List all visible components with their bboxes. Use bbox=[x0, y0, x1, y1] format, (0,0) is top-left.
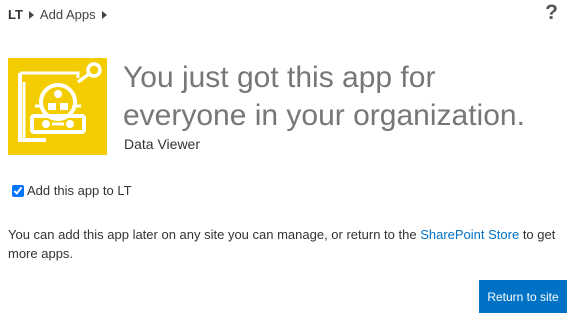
page-title: You just got this app for everyone in yo… bbox=[123, 61, 525, 132]
breadcrumb-site[interactable]: LT bbox=[8, 7, 23, 22]
info-text: You can add this app later on any site y… bbox=[8, 225, 563, 263]
return-to-site-button[interactable]: Return to site bbox=[479, 280, 567, 313]
info-text-before: You can add this app later on any site y… bbox=[8, 227, 421, 242]
help-icon[interactable]: ? bbox=[545, 1, 558, 25]
chevron-right-icon bbox=[101, 10, 107, 19]
data-viewer-robot-icon bbox=[18, 62, 102, 142]
chevron-right-icon bbox=[28, 10, 34, 19]
app-name: Data Viewer bbox=[124, 136, 201, 152]
add-app-label: Add this app to LT bbox=[27, 183, 132, 198]
breadcrumb-page[interactable]: Add Apps bbox=[40, 7, 96, 22]
add-app-checkbox[interactable] bbox=[12, 184, 24, 197]
sharepoint-store-link[interactable]: SharePoint Store bbox=[420, 227, 519, 242]
add-app-option[interactable]: Add this app to LT bbox=[10, 183, 132, 198]
breadcrumb: LT Add Apps bbox=[8, 7, 113, 22]
app-tile bbox=[8, 58, 107, 155]
